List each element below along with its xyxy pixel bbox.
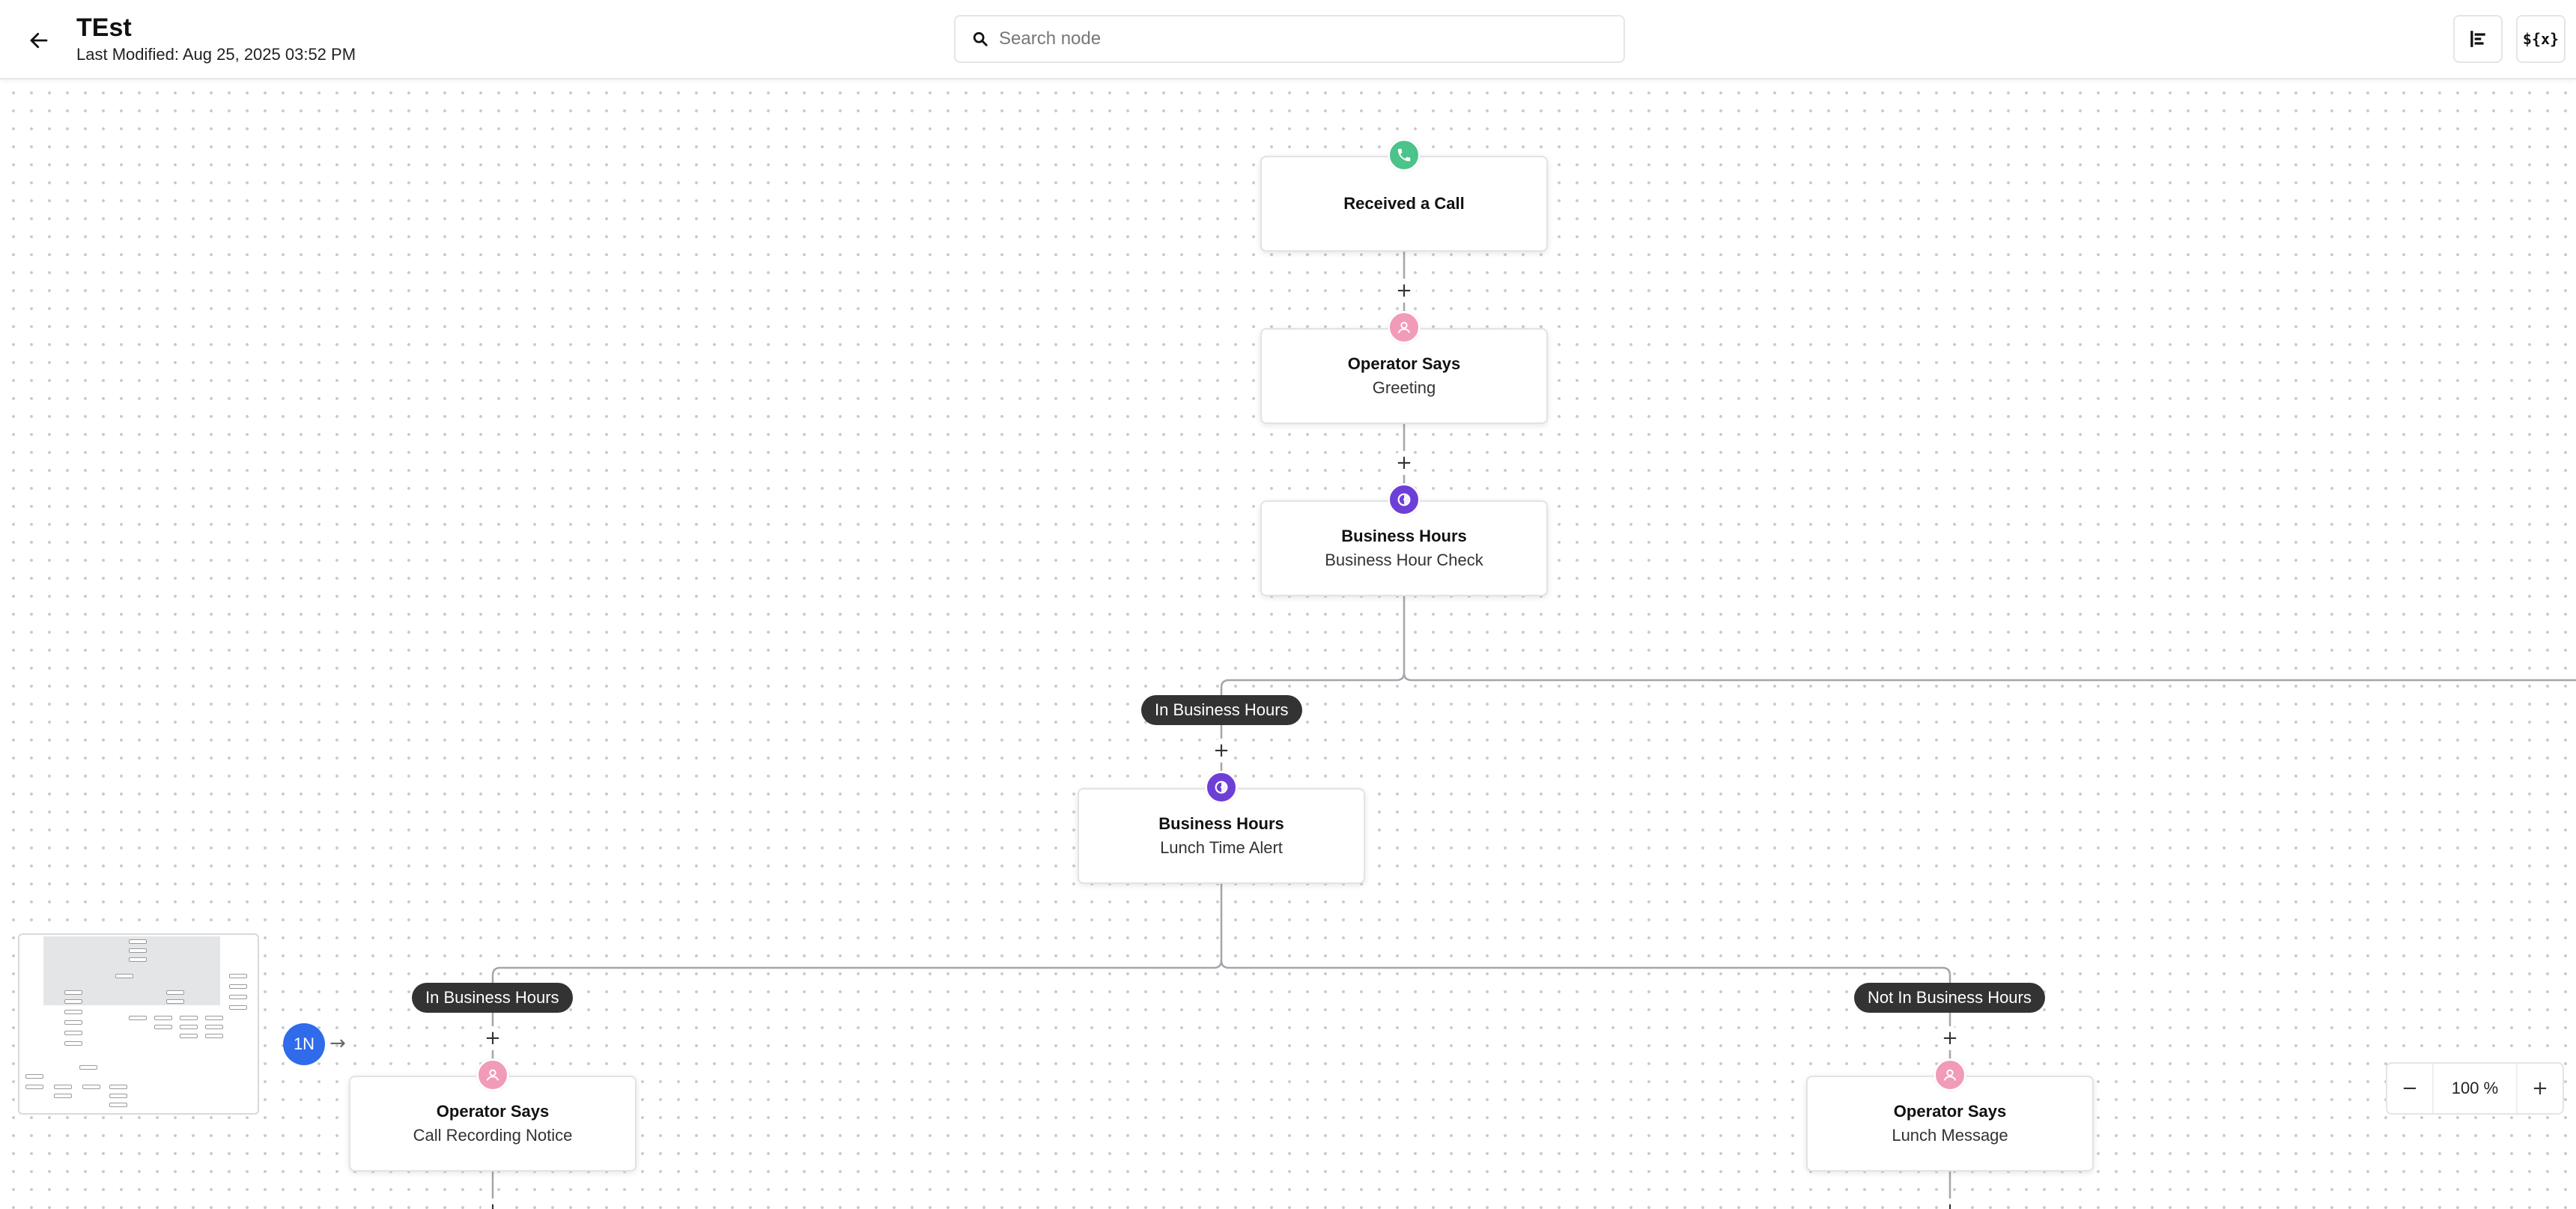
minimap-node bbox=[154, 1025, 172, 1029]
node-subtitle: Call Recording Notice bbox=[413, 1126, 573, 1145]
flow-canvas[interactable]: Received a Call + Operator Says Greeting… bbox=[0, 79, 2576, 1209]
minimap-node bbox=[64, 1031, 82, 1035]
back-button[interactable] bbox=[19, 21, 58, 60]
top-bar: TEst Last Modified: Aug 25, 2025 03:52 P… bbox=[0, 0, 2576, 79]
arrow-left-icon bbox=[30, 32, 48, 49]
add-node-button[interactable]: + bbox=[1392, 451, 1416, 475]
minimap-node bbox=[82, 1085, 100, 1089]
minimap-node bbox=[180, 1016, 198, 1020]
minimap-node bbox=[109, 1094, 127, 1098]
branch-label-in-business-hours: In Business Hours bbox=[412, 983, 573, 1013]
minimap-node bbox=[229, 984, 247, 989]
minimap-node bbox=[129, 939, 147, 944]
node-subtitle: Lunch Message bbox=[1892, 1126, 2008, 1145]
minimap-node bbox=[64, 999, 82, 1004]
minimap-node bbox=[64, 990, 82, 995]
search-node-input[interactable] bbox=[999, 28, 1583, 49]
search-icon bbox=[973, 31, 988, 46]
node-subtitle: Business Hour Check bbox=[1325, 551, 1483, 569]
zoom-in-button[interactable]: + bbox=[2518, 1064, 2563, 1113]
minimap-node bbox=[229, 1005, 247, 1010]
business-hours-icon bbox=[1205, 771, 1238, 804]
minimap-node bbox=[129, 957, 147, 962]
minimap-node bbox=[166, 990, 184, 995]
minimap-node bbox=[64, 1020, 82, 1025]
node-subtitle: Lunch Time Alert bbox=[1160, 838, 1283, 857]
last-modified-text: Last Modified: Aug 25, 2025 03:52 PM bbox=[76, 45, 356, 64]
node-title: Business Hours bbox=[1158, 814, 1284, 833]
add-node-button[interactable]: + bbox=[1209, 739, 1233, 763]
minimap-node bbox=[229, 974, 247, 978]
minimap-node bbox=[109, 1085, 127, 1089]
minimap-node bbox=[129, 948, 147, 953]
arrow-right-icon: → bbox=[329, 1032, 346, 1055]
minimap-node bbox=[229, 995, 247, 999]
layout-button[interactable] bbox=[2453, 15, 2503, 63]
minimap-node bbox=[166, 999, 184, 1004]
variables-button[interactable]: ${x} bbox=[2516, 15, 2566, 63]
node-title: Operator Says bbox=[1893, 1102, 2007, 1121]
layout-icon bbox=[2470, 31, 2485, 47]
zoom-level: 100 % bbox=[2432, 1064, 2518, 1113]
branch-label-not-in-business-hours: Not In Business Hours bbox=[1854, 983, 2045, 1013]
minimap-node bbox=[79, 1065, 97, 1070]
node-subtitle: Greeting bbox=[1372, 378, 1436, 397]
minimap-node bbox=[54, 1094, 72, 1098]
add-node-button[interactable]: + bbox=[1938, 1026, 1962, 1050]
minimap-viewport[interactable] bbox=[43, 936, 220, 1005]
node-title: Business Hours bbox=[1341, 527, 1467, 545]
operator-icon bbox=[1933, 1058, 1966, 1091]
add-node-button[interactable]: + bbox=[481, 1026, 505, 1050]
node-title: Operator Says bbox=[1347, 354, 1461, 373]
minimap-node bbox=[180, 1034, 198, 1038]
node-count-badge[interactable]: 1N bbox=[283, 1023, 325, 1065]
minimap-node bbox=[205, 1016, 223, 1020]
minimap-node bbox=[64, 1041, 82, 1046]
branch-label-in-business-hours: In Business Hours bbox=[1141, 695, 1302, 725]
minimap-node bbox=[180, 1025, 198, 1029]
minimap-node bbox=[25, 1074, 43, 1079]
node-title: Received a Call bbox=[1343, 194, 1465, 213]
minimap-node bbox=[64, 1010, 82, 1014]
minimap-node bbox=[154, 1016, 172, 1020]
operator-icon bbox=[476, 1058, 509, 1091]
business-hours-icon bbox=[1388, 483, 1421, 516]
minimap-node bbox=[205, 1025, 223, 1029]
minimap-node bbox=[109, 1103, 127, 1107]
minimap-node bbox=[205, 1034, 223, 1038]
zoom-control: − 100 % + bbox=[2386, 1062, 2564, 1115]
operator-icon bbox=[1388, 311, 1421, 344]
node-title: Operator Says bbox=[436, 1102, 550, 1121]
zoom-out-button[interactable]: − bbox=[2387, 1064, 2432, 1113]
minimap-node bbox=[129, 1016, 147, 1020]
flow-title: TEst bbox=[76, 13, 132, 42]
variables-label: ${x} bbox=[2522, 30, 2560, 48]
minimap-node bbox=[54, 1085, 72, 1089]
search-box bbox=[954, 15, 1625, 63]
minimap-node bbox=[25, 1085, 43, 1089]
add-node-button[interactable]: + bbox=[1392, 279, 1416, 303]
minimap-node bbox=[115, 974, 133, 978]
phone-icon bbox=[1388, 139, 1421, 172]
minimap[interactable] bbox=[18, 933, 259, 1115]
